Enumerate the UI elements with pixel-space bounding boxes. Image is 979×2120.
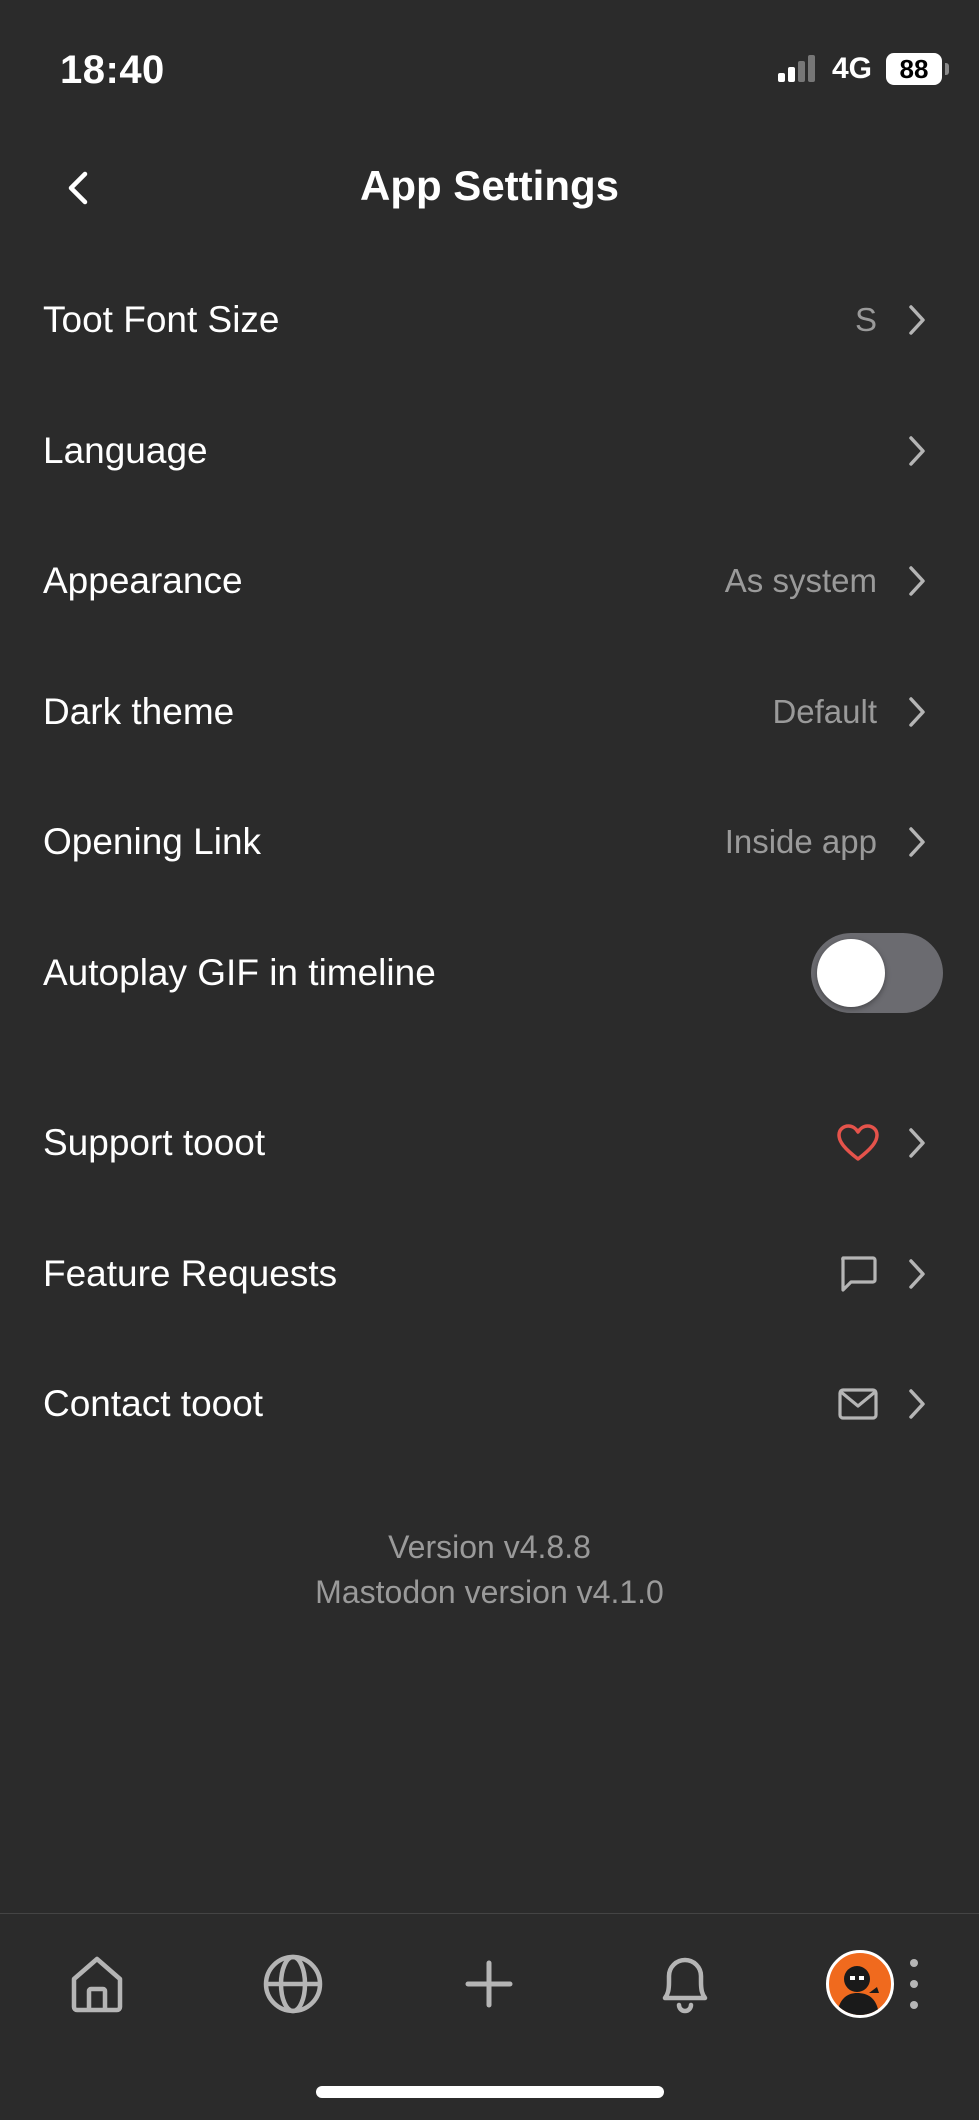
app-version: Version v4.8.8	[388, 1529, 591, 1565]
tab-bar	[0, 1913, 979, 2120]
setting-label: Language	[43, 429, 208, 471]
setting-autoplay-gif: Autoplay GIF in timeline	[0, 908, 979, 1039]
setting-label: Feature Requests	[43, 1252, 338, 1294]
tab-home[interactable]	[57, 1944, 137, 2024]
settings-list: Toot Font Size S Language Appearance As …	[0, 255, 979, 1470]
page-title: App Settings	[360, 162, 619, 209]
more-icon[interactable]	[906, 1959, 922, 2009]
globe-icon	[263, 1954, 323, 2014]
chevron-right-icon	[905, 1386, 929, 1422]
setting-label: Support tooot	[43, 1122, 266, 1164]
cellular-signal-icon	[777, 54, 818, 84]
setting-contact-tooot[interactable]: Contact tooot	[0, 1339, 979, 1470]
setting-toot-font-size[interactable]: Toot Font Size S	[0, 255, 979, 386]
mastodon-version: Mastodon version v4.1.0	[315, 1574, 664, 1610]
setting-label: Opening Link	[43, 821, 262, 863]
setting-appearance[interactable]: Appearance As system	[0, 516, 979, 647]
network-type: 4G	[831, 52, 872, 85]
setting-value: As system	[724, 562, 877, 600]
setting-feature-requests[interactable]: Feature Requests	[0, 1209, 979, 1340]
chevron-right-icon	[905, 1256, 929, 1292]
home-indicator	[316, 2086, 664, 2098]
chat-bubble-icon	[835, 1251, 881, 1297]
chevron-right-icon	[905, 563, 929, 599]
autoplay-gif-toggle[interactable]	[811, 932, 943, 1013]
chevron-right-icon	[905, 694, 929, 730]
chevron-right-icon	[905, 302, 929, 338]
setting-dark-theme[interactable]: Dark theme Default	[0, 647, 979, 778]
heart-icon	[835, 1120, 881, 1166]
setting-label: Dark theme	[43, 690, 235, 732]
setting-value: Inside app	[724, 823, 877, 861]
setting-label: Contact tooot	[43, 1383, 264, 1425]
chevron-right-icon	[905, 1125, 929, 1161]
setting-opening-link[interactable]: Opening Link Inside app	[0, 777, 979, 908]
battery-icon: 88	[886, 53, 949, 85]
chevron-right-icon	[905, 824, 929, 860]
status-bar: 18:40 4G 88	[0, 0, 979, 140]
status-time: 18:40	[60, 48, 165, 92]
version-info: Version v4.8.8 Mastodon version v4.1.0	[0, 1525, 979, 1615]
header: App Settings	[0, 140, 979, 235]
tab-explore[interactable]	[253, 1944, 333, 2024]
chevron-right-icon	[905, 433, 929, 469]
avatar	[826, 1950, 894, 2018]
setting-language[interactable]: Language	[0, 386, 979, 517]
compose-icon	[465, 1960, 513, 2008]
battery-level: 88	[886, 53, 942, 85]
bell-icon	[662, 1957, 708, 2014]
setting-value: Default	[772, 692, 877, 730]
status-indicators: 4G 88	[777, 52, 949, 86]
setting-label: Toot Font Size	[43, 299, 280, 341]
setting-value: S	[854, 301, 877, 339]
envelope-icon	[835, 1381, 881, 1427]
setting-support-tooot[interactable]: Support tooot	[0, 1078, 979, 1209]
toggle-knob	[817, 938, 885, 1007]
tab-profile[interactable]	[820, 1944, 900, 2024]
setting-label: Autoplay GIF in timeline	[43, 951, 436, 993]
home-icon	[71, 1956, 123, 2013]
tab-notifications[interactable]	[645, 1944, 725, 2024]
setting-label: Appearance	[43, 560, 243, 602]
tab-compose[interactable]	[449, 1944, 529, 2024]
